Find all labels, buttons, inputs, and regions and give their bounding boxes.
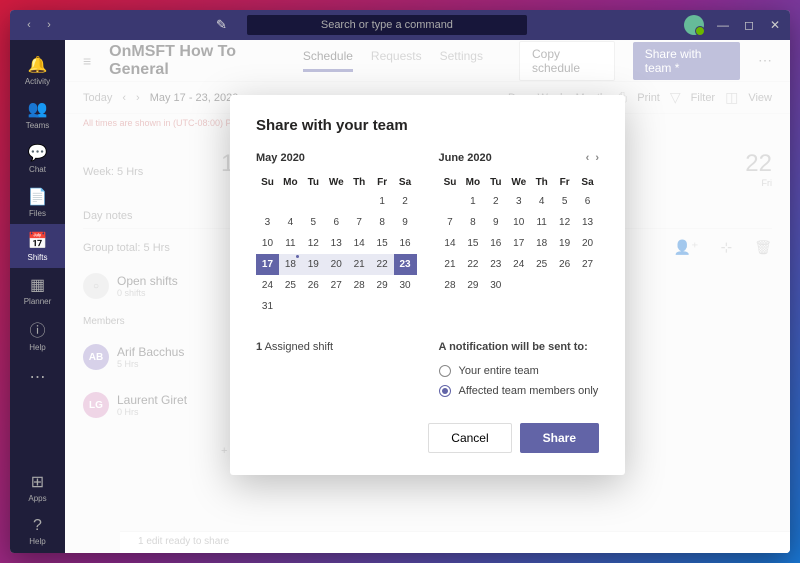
close-icon[interactable]: ✕ — [768, 18, 782, 32]
rail-files[interactable]: 📄Files — [10, 180, 65, 224]
cal-day[interactable]: 28 — [439, 275, 462, 296]
nav-fwd-icon[interactable]: › — [42, 18, 56, 32]
cal-day[interactable]: 1 — [371, 191, 394, 212]
cal-next-icon[interactable]: › — [595, 152, 599, 164]
cal-day[interactable]: 9 — [394, 212, 417, 233]
cal-day[interactable]: 25 — [530, 254, 553, 275]
rail-apps[interactable]: ⊞Apps — [10, 465, 65, 509]
cal-day[interactable]: 28 — [348, 275, 371, 296]
cal-day[interactable]: 3 — [256, 212, 279, 233]
cal-day[interactable]: 20 — [576, 233, 599, 254]
cal-day[interactable]: 16 — [394, 233, 417, 254]
cal-day[interactable]: 17 — [507, 233, 530, 254]
cal-day[interactable]: 4 — [530, 191, 553, 212]
cal-day[interactable]: 26 — [302, 275, 325, 296]
cal-day[interactable]: 27 — [325, 275, 348, 296]
radio-affected-only[interactable]: Affected team members only — [439, 381, 600, 401]
cal-day[interactable]: 7 — [439, 212, 462, 233]
cal-day[interactable]: 17 — [256, 254, 279, 275]
cal-day[interactable]: 30 — [484, 275, 507, 296]
cal-day[interactable]: 19 — [553, 233, 576, 254]
cal-day[interactable]: 18 — [530, 233, 553, 254]
cal-day[interactable]: 12 — [553, 212, 576, 233]
cal-day[interactable]: 22 — [371, 254, 394, 275]
cal-prev-icon[interactable]: ‹ — [586, 152, 590, 164]
cal-day[interactable]: 24 — [256, 275, 279, 296]
cal-day[interactable]: 19 — [302, 254, 325, 275]
compose-icon[interactable]: ✎ — [216, 17, 227, 33]
nav-back-icon[interactable]: ‹ — [22, 18, 36, 32]
rail-teams[interactable]: 👥Teams — [10, 92, 65, 136]
rail-activity[interactable]: 🔔Activity — [10, 48, 65, 92]
cal-day[interactable]: 26 — [553, 254, 576, 275]
cal-day[interactable]: 2 — [394, 191, 417, 212]
cal-day[interactable]: 21 — [439, 254, 462, 275]
cal-day[interactable]: 16 — [484, 233, 507, 254]
notify-title: A notification will be sent to: — [439, 341, 600, 353]
rail-planner[interactable]: ▦Planner — [10, 268, 65, 312]
cal-day[interactable]: 24 — [507, 254, 530, 275]
cal-day[interactable]: 11 — [530, 212, 553, 233]
cal-day[interactable]: 12 — [302, 233, 325, 254]
cal-day[interactable]: 30 — [394, 275, 417, 296]
rail-shifts[interactable]: 📅Shifts — [10, 224, 65, 268]
cal-day[interactable]: 22 — [461, 254, 484, 275]
rail-help[interactable]: ?Help — [10, 509, 65, 553]
cal-day[interactable]: 13 — [576, 212, 599, 233]
maximize-icon[interactable]: ◻ — [742, 18, 756, 32]
cal-day[interactable]: 5 — [553, 191, 576, 212]
cal-day[interactable]: 4 — [279, 212, 302, 233]
cal-day[interactable]: 14 — [348, 233, 371, 254]
cal-day[interactable]: 8 — [371, 212, 394, 233]
cal-day[interactable]: 3 — [507, 191, 530, 212]
cal1-month: May 2020 — [256, 152, 305, 164]
cal-day[interactable]: 5 — [302, 212, 325, 233]
cal-day[interactable]: 9 — [484, 212, 507, 233]
cal-day[interactable]: 10 — [507, 212, 530, 233]
modal-overlay: Share with your team May 2020 SuMoTuWeTh… — [65, 40, 790, 553]
share-modal: Share with your team May 2020 SuMoTuWeTh… — [230, 95, 625, 475]
user-avatar[interactable] — [684, 15, 704, 35]
cal-day[interactable]: 15 — [461, 233, 484, 254]
minimize-icon[interactable]: — — [716, 18, 730, 32]
cal-day[interactable]: 29 — [461, 275, 484, 296]
cal-day[interactable]: 31 — [256, 296, 279, 317]
app-rail: 🔔Activity👥Teams💬Chat📄Files📅Shifts▦Planne… — [10, 40, 65, 553]
cal-day[interactable]: 10 — [256, 233, 279, 254]
rail-help[interactable]: ⓘHelp — [10, 312, 65, 356]
cal-day[interactable]: 2 — [484, 191, 507, 212]
cal-day[interactable]: 25 — [279, 275, 302, 296]
cal-day[interactable]: 15 — [371, 233, 394, 254]
cal-day[interactable]: 23 — [394, 254, 417, 275]
cal-day[interactable]: 8 — [461, 212, 484, 233]
cal-day[interactable]: 20 — [325, 254, 348, 275]
titlebar: ‹ › ✎ Search or type a command — ◻ ✕ — [10, 10, 790, 40]
cal-day[interactable]: 18 — [279, 254, 302, 275]
cal-day[interactable]: 23 — [484, 254, 507, 275]
search-input[interactable]: Search or type a command — [247, 15, 527, 35]
cal-day[interactable]: 13 — [325, 233, 348, 254]
cal-day[interactable]: 7 — [348, 212, 371, 233]
rail-[interactable]: ⋯ — [10, 356, 65, 400]
cal-day[interactable]: 6 — [325, 212, 348, 233]
cal-day[interactable]: 11 — [279, 233, 302, 254]
cal2-month: June 2020 — [439, 152, 492, 164]
modal-title: Share with your team — [256, 117, 599, 134]
cal-day[interactable]: 27 — [576, 254, 599, 275]
cal-day[interactable]: 29 — [371, 275, 394, 296]
cal-day[interactable]: 21 — [348, 254, 371, 275]
cal-day[interactable]: 6 — [576, 191, 599, 212]
rail-chat[interactable]: 💬Chat — [10, 136, 65, 180]
radio-entire-team[interactable]: Your entire team — [439, 361, 600, 381]
cal-day[interactable]: 1 — [461, 191, 484, 212]
share-button[interactable]: Share — [520, 423, 599, 453]
cal-day[interactable]: 14 — [439, 233, 462, 254]
cancel-button[interactable]: Cancel — [428, 423, 511, 453]
